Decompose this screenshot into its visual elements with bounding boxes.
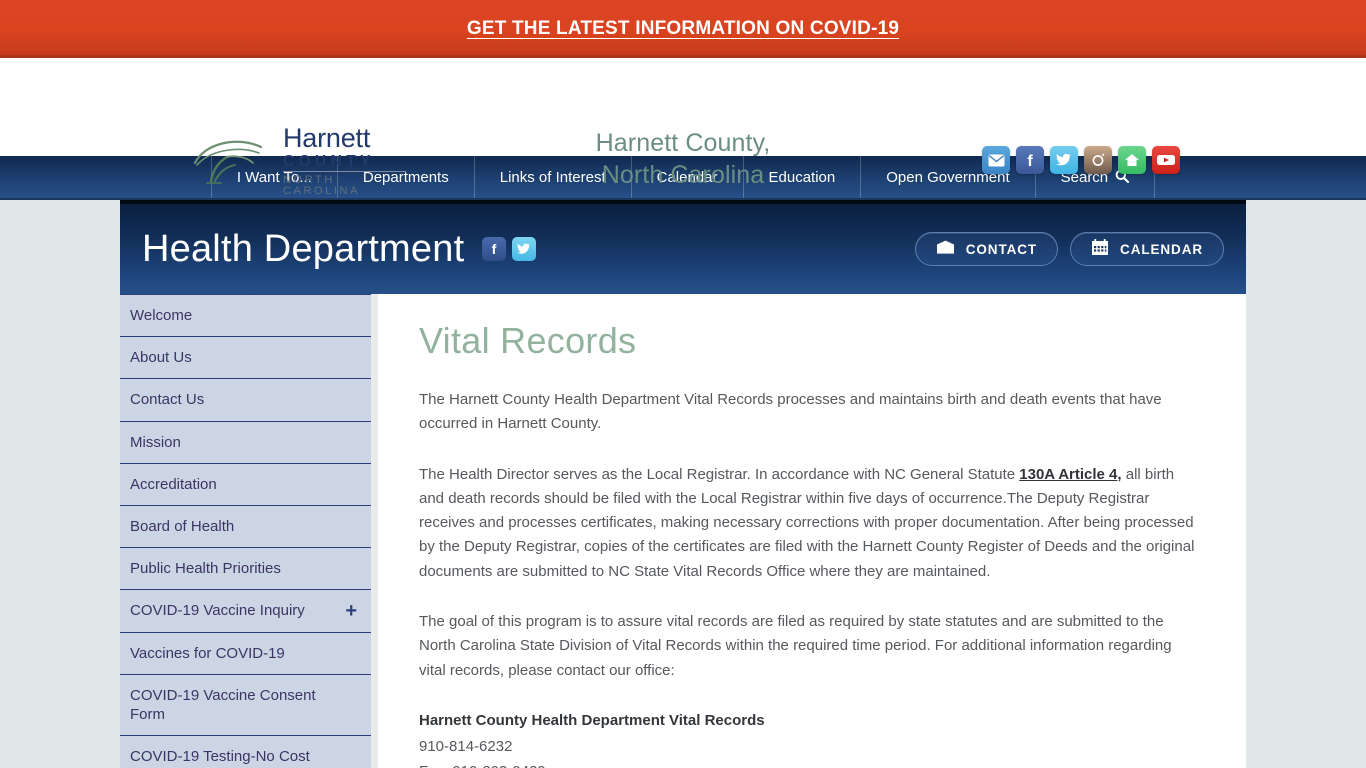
main-content: Vital Records The Harnett County Health … xyxy=(378,294,1246,768)
department-title: Health Department xyxy=(142,227,465,270)
page-body: Welcome About Us Contact Us Mission Accr… xyxy=(120,294,1246,768)
logo-state-text: NORTH CAROLINA xyxy=(283,174,361,198)
logo-county-text: COUNTY xyxy=(283,154,406,173)
contact-fax: Fax: 910-893-9429 xyxy=(419,760,1198,768)
sidebar-item-label: Accreditation xyxy=(130,475,217,493)
contact-heading: Harnett County Health Department Vital R… xyxy=(419,711,765,729)
sidebar-item-label: Public Health Priorities xyxy=(130,560,281,578)
sidebar-item-label: Mission xyxy=(130,433,181,451)
sidebar-item-label: COVID-19 Vaccine Consent Form xyxy=(130,686,316,723)
facebook-icon[interactable]: f xyxy=(482,237,507,261)
nav-item-label: Links of Interest xyxy=(499,168,606,186)
youtube-icon[interactable] xyxy=(1152,146,1180,174)
sidebar-item-label: Vaccines for COVID-19 xyxy=(130,644,285,662)
nav-item-calendar[interactable]: Calendar xyxy=(630,156,743,198)
calendar-icon xyxy=(1091,239,1109,259)
sidebar-item-covid-19-vaccine-consent-form[interactable]: COVID-19 Vaccine Consent Form xyxy=(120,675,371,737)
sidebar-item-mission[interactable]: Mission xyxy=(120,422,371,464)
calendar-button-label: CALENDAR xyxy=(1120,241,1203,257)
sidebar-item-covid-19-testing-no-cost-testing[interactable]: COVID-19 Testing-No Cost Testing xyxy=(120,736,371,768)
nav-item-links-of-interest[interactable]: Links of Interest xyxy=(473,156,631,198)
harnett-tree-logo-icon xyxy=(193,140,263,184)
covid-alert-link[interactable]: GET THE LATEST INFORMATION ON COVID-19 xyxy=(467,18,899,40)
nav-item-education[interactable]: Education xyxy=(742,156,861,198)
twitter-icon[interactable] xyxy=(512,237,537,261)
contact-phone: 910-814-6232 xyxy=(419,738,513,756)
nextdoor-icon[interactable] xyxy=(1118,146,1146,174)
sidebar-item-about-us[interactable]: About Us xyxy=(120,337,371,380)
logo-name-text: Harnett xyxy=(283,122,371,153)
statute-link[interactable]: 130A Article 4, xyxy=(1019,466,1121,483)
sidebar-item-label: Welcome xyxy=(130,307,193,324)
page-title: Vital Records xyxy=(419,320,637,361)
sidebar-item-vaccines-for-covid-19[interactable]: Vaccines for COVID-19 xyxy=(120,633,371,675)
twitter-icon[interactable] xyxy=(1050,146,1078,174)
svg-text:f: f xyxy=(1027,153,1033,169)
contact-button-label: CONTACT xyxy=(965,241,1038,257)
site-logo[interactable]: Harnett COUNTY NORTH CAROLINA xyxy=(191,124,406,197)
header-social-links: f xyxy=(982,146,1180,174)
paragraph-registrar: The Health Director serves as the Local … xyxy=(419,463,1198,584)
covid-alert-bar: GET THE LATEST INFORMATION ON COVID-19 xyxy=(0,0,1366,58)
department-social-links: f xyxy=(482,237,537,261)
sidebar-item-label: COVID-19 Vaccine Inquiry xyxy=(130,602,305,620)
paragraph-goal: The goal of this program is to assure vi… xyxy=(419,613,1172,679)
facebook-icon[interactable]: f xyxy=(1016,146,1044,174)
page-container: Health Department f CONTACT CALENDAR Wel… xyxy=(120,200,1246,768)
instagram-icon[interactable] xyxy=(1084,146,1112,174)
calendar-button[interactable]: CALENDAR xyxy=(1070,232,1224,266)
nav-item-label: Education xyxy=(768,168,836,186)
sidebar-item-public-health-priorities[interactable]: Public Health Priorities xyxy=(120,548,371,591)
sidebar-item-covid-19-vaccine-inquiry[interactable]: COVID-19 Vaccine Inquiry + xyxy=(120,590,371,633)
envelope-icon xyxy=(936,240,955,258)
nav-item-label: Calendar xyxy=(656,168,718,186)
sidebar-item-label: About Us xyxy=(130,349,192,367)
department-banner: Health Department f CONTACT CALENDAR xyxy=(120,200,1246,294)
sidebar-item-welcome[interactable]: Welcome xyxy=(120,294,371,338)
sidebar-item-board-of-health[interactable]: Board of Health xyxy=(120,506,371,549)
sidebar-item-label: COVID-19 Testing-No Cost Testing xyxy=(130,748,310,768)
svg-text:f: f xyxy=(492,241,497,257)
sidebar-item-accreditation[interactable]: Accreditation xyxy=(120,464,371,506)
expand-plus-icon[interactable]: + xyxy=(345,601,357,621)
sidebar-item-label: Contact Us xyxy=(130,391,205,409)
sidebar-item-contact-us[interactable]: Contact Us xyxy=(120,379,371,422)
paragraph-registrar-before: The Health Director serves as the Local … xyxy=(419,465,1020,483)
contact-button[interactable]: CONTACT xyxy=(914,232,1059,266)
department-sidebar-menu: Welcome About Us Contact Us Mission Accr… xyxy=(120,294,378,768)
site-header: Harnett COUNTY NORTH CAROLINA Harnett Co… xyxy=(0,58,1366,197)
department-action-buttons: CONTACT CALENDAR xyxy=(914,232,1224,266)
email-icon[interactable] xyxy=(982,146,1010,174)
paragraph-intro: The Harnett County Health Department Vit… xyxy=(419,391,1162,433)
sidebar-item-label: Board of Health xyxy=(130,517,235,535)
